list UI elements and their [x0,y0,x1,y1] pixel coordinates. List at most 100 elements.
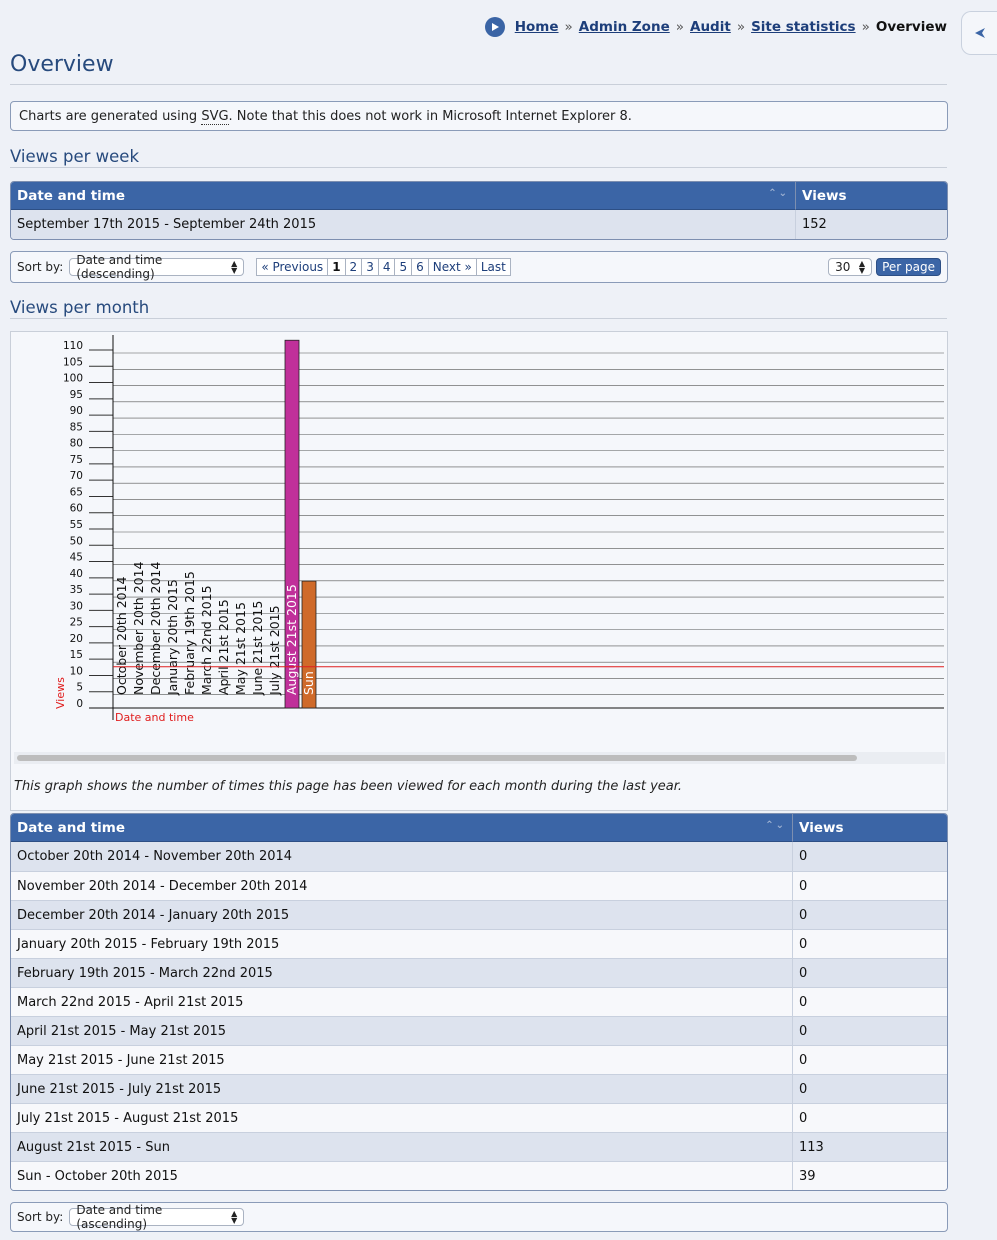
x-category-label: Sun [301,671,316,695]
pagination-next[interactable]: Next » [427,259,476,275]
per-page-value: 30 [835,260,851,274]
breadcrumb-separator: » [736,19,746,35]
sort-select-value: Date and time (descending) [76,253,163,281]
date-column-header[interactable]: Date and time ⌃⌄ [11,182,795,210]
pagination-last[interactable]: Last [475,259,510,275]
date-column-header[interactable]: Date and time ⌃⌄ [11,814,792,842]
views-cell: 0 [792,929,947,958]
y-tick-label: 105 [63,356,83,368]
views-per-month-chart: 0 5 10 15 20 25 30 35 40 45 50 55 60 65 70 75 80 85 90 95 10… [54,335,944,724]
sort-select-value: Date and time (ascending) [76,1203,163,1231]
y-tick-label: 0 [76,698,83,710]
views-per-week-heading: Views per week [10,147,140,166]
views-column-header[interactable]: Views [792,814,947,842]
sort-select[interactable]: Date and time (ascending) ▲ ▼ [69,1203,245,1231]
monthly-views-table: Date and time ⌃⌄ Views October 20th 2014… [10,813,948,1191]
breadcrumb-separator: » [564,19,573,35]
pagination-page-2[interactable]: 2 [344,259,362,275]
date-cell: October 20th 2014 - November 20th 2014 [11,842,792,871]
sidebar-toggle-button[interactable] [961,11,997,55]
breadcrumb-admin-zone[interactable]: Admin Zone [579,19,670,35]
table-row: September 17th 2015 - September 24th 201… [11,210,947,239]
y-tick-label: 75 [70,454,83,466]
y-tick-label: 35 [70,584,83,596]
y-tick-label: 25 [70,617,83,629]
x-category-label: December 20th 2014 [148,562,163,695]
divider [10,167,947,168]
views-cell: 0 [792,900,947,929]
x-category-label: May 21st 2015 [233,602,248,695]
y-tick-label: 90 [70,405,83,417]
table-row: May 21st 2015 - June 21st 2015 0 [11,1045,947,1074]
divider [10,318,947,319]
column-label: Date and time [17,187,126,204]
scrollbar-thumb[interactable] [17,755,857,761]
per-page-select[interactable]: 30 ▲ ▼ [828,258,873,276]
x-category-label: June 21st 2015 [250,601,265,696]
y-tick-label: 110 [63,340,83,352]
weekly-views-table: Date and time ⌃⌄ Views September 17th 20… [10,181,948,240]
date-cell: January 20th 2015 - February 19th 2015 [11,929,792,958]
column-label: Date and time [17,819,126,836]
views-column-header[interactable]: Views [795,182,947,210]
y-tick-label: 15 [70,649,83,661]
date-cell: December 20th 2014 - January 20th 2015 [11,900,792,929]
views-cell: 0 [792,871,947,900]
notice-text: Charts are generated using [19,109,202,124]
sort-arrows-icon[interactable]: ⌃⌄ [768,188,789,199]
breadcrumb-home[interactable]: Home [515,19,559,35]
pagination-page-3[interactable]: 3 [361,259,378,275]
x-axis-label: Date and time [115,711,194,724]
per-page-button[interactable]: Per page [876,258,941,276]
page-title: Overview [10,52,114,77]
y-axis-label: Views [54,677,67,709]
select-arrows-icon: ▲ ▼ [858,259,866,275]
date-cell: August 21st 2015 - Sun [11,1132,792,1161]
x-category-label: November 20th 2014 [131,561,146,695]
views-cell: 0 [792,842,947,871]
y-tick-label: 80 [70,438,83,450]
views-cell: 0 [792,1103,947,1132]
breadcrumb-audit[interactable]: Audit [690,19,731,35]
date-cell: April 21st 2015 - May 21st 2015 [11,1016,792,1045]
arrow-left-icon [974,28,985,38]
pagination-page-4[interactable]: 4 [377,259,395,275]
date-cell: July 21st 2015 - August 21st 2015 [11,1103,792,1132]
y-tick-label: 40 [70,568,83,580]
select-arrows-icon: ▲ ▼ [231,259,238,275]
sort-select[interactable]: Date and time (descending) ▲ ▼ [69,253,245,281]
breadcrumb: Home » Admin Zone » Audit » Site statist… [484,17,947,37]
chart-scrollbar[interactable] [14,752,945,764]
breadcrumb-separator: » [675,19,684,35]
y-tick-label: 50 [70,535,83,547]
select-arrows-icon: ▲ ▼ [231,1209,238,1225]
views-cell: 0 [792,987,947,1016]
play-icon[interactable] [484,17,505,37]
table-row: October 20th 2014 - November 20th 2014 0 [11,842,947,871]
views-cell: 152 [795,210,947,239]
pagination-page-5[interactable]: 5 [394,259,411,275]
views-cell: 113 [792,1132,947,1161]
date-cell: March 22nd 2015 - April 21st 2015 [11,987,792,1016]
y-tick-label: 70 [70,470,83,482]
y-tick-label: 30 [70,600,83,612]
y-tick-label: 100 [63,373,83,385]
date-cell: Sun - October 20th 2015 [11,1161,792,1190]
views-cell: 0 [792,958,947,987]
x-category-label: February 19th 2015 [182,571,197,695]
pagination-page-1[interactable]: 1 [327,259,344,275]
date-cell: November 20th 2014 - December 20th 2014 [11,871,792,900]
table-row: November 20th 2014 - December 20th 2014 0 [11,871,947,900]
pagination: « Previous 1 2 3 4 5 6 Next » Last [256,258,511,276]
y-tick-label: 65 [70,486,83,498]
views-per-month-heading: Views per month [10,298,150,317]
table-row: August 21st 2015 - Sun 113 [11,1132,947,1161]
breadcrumb-current: Overview [875,19,947,35]
pagination-previous[interactable]: « Previous [257,259,327,275]
pagination-page-6[interactable]: 6 [411,259,428,275]
x-category-label: January 20th 2015 [165,579,180,696]
table-row: December 20th 2014 - January 20th 2015 0 [11,900,947,929]
sort-arrows-icon[interactable]: ⌃⌄ [765,820,786,831]
y-tick-label: 10 [70,665,83,677]
breadcrumb-site-statistics[interactable]: Site statistics [751,19,856,35]
